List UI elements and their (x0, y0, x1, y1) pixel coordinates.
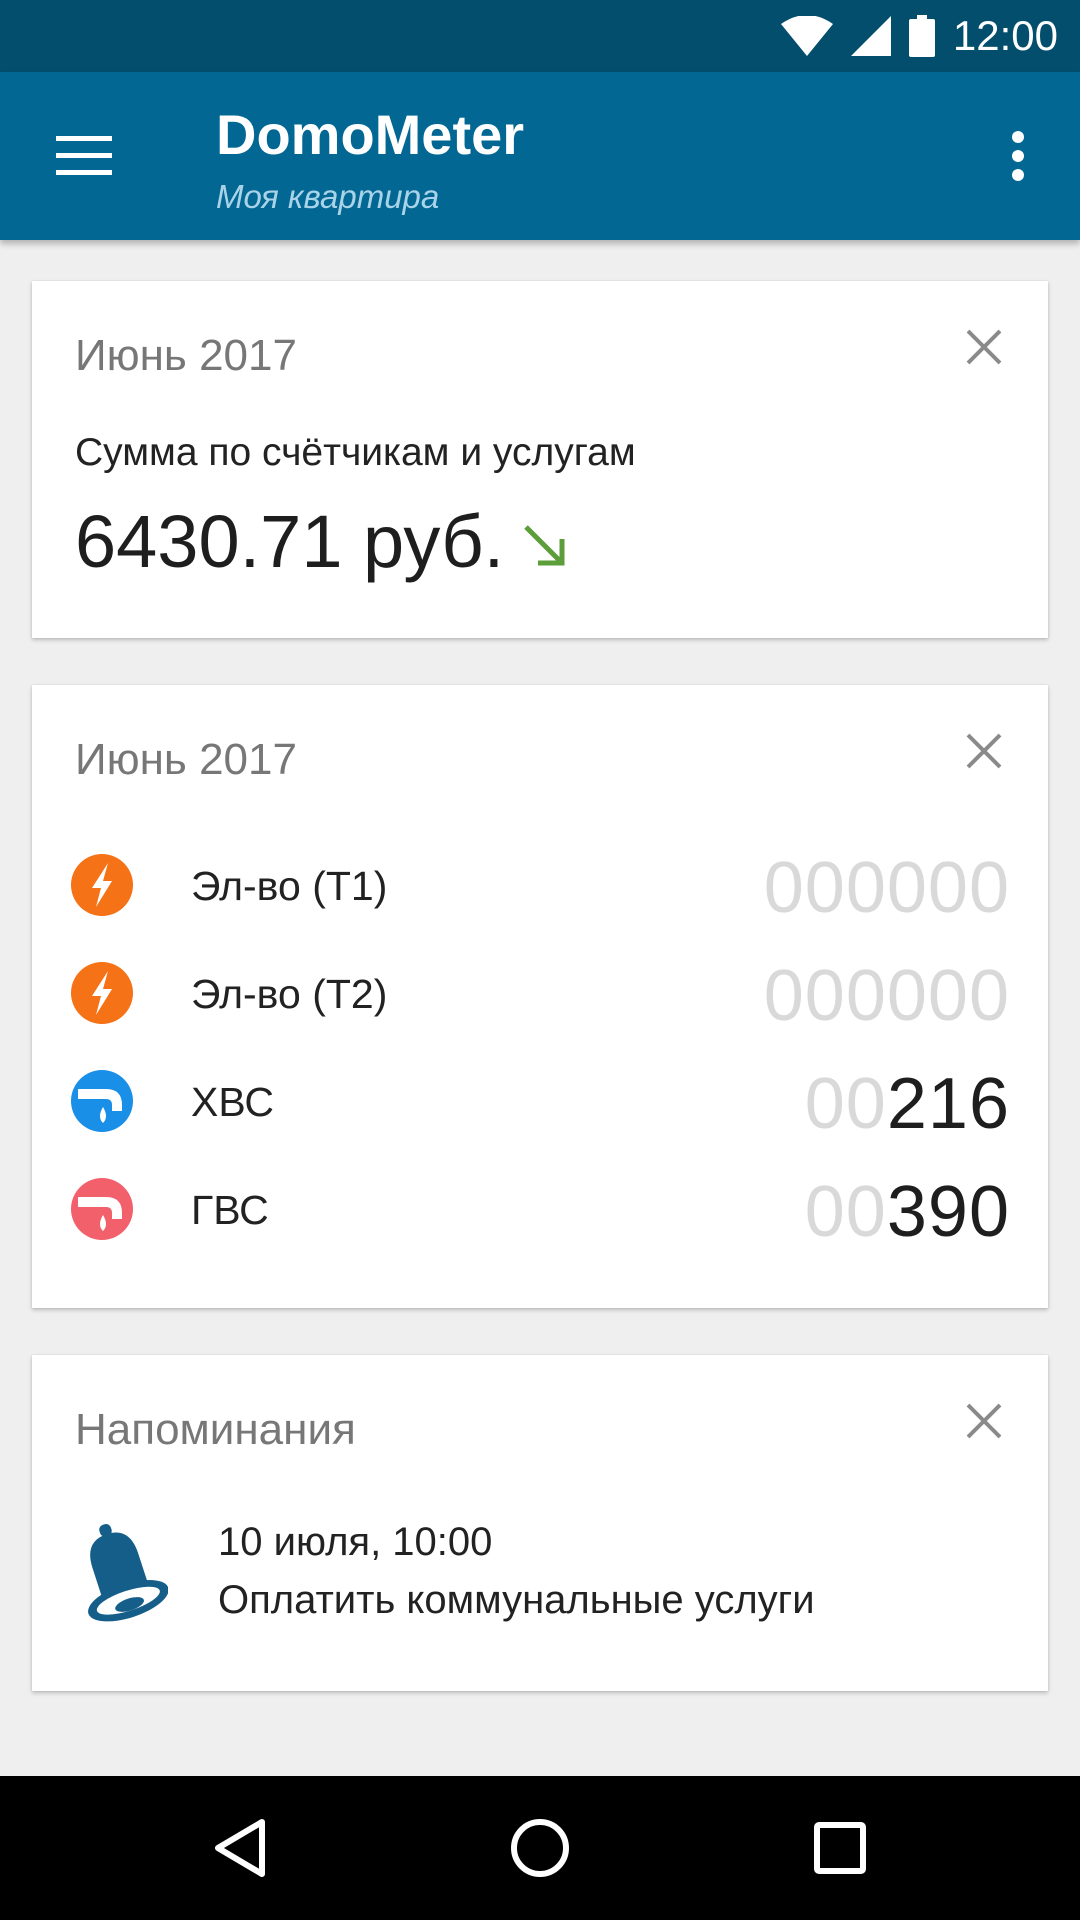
meter-value[interactable]: 000000 (764, 847, 1010, 929)
close-icon (966, 329, 1002, 365)
reminders-card-title: Напоминания (75, 1405, 356, 1454)
summary-card[interactable]: Июнь 2017 Сумма по счётчикам и услугам 6… (32, 281, 1048, 638)
reminder-date: 10 июля, 10:00 (218, 1520, 493, 1564)
reminders-close-button[interactable] (952, 1389, 1016, 1453)
meters-card-title: Июнь 2017 (75, 735, 297, 784)
meters-close-button[interactable] (952, 719, 1016, 783)
back-button[interactable] (200, 1808, 280, 1888)
overflow-menu-icon (1012, 131, 1024, 181)
app-bar: DomoMeter Моя квартира (0, 72, 1080, 240)
navigation-bar (0, 1776, 1080, 1920)
meter-value-digits: 390 (886, 1172, 1010, 1252)
meter-value-lead: 00 (804, 1172, 887, 1252)
meter-value[interactable]: 000000 (764, 955, 1010, 1037)
meter-label: ХВС (191, 1079, 274, 1125)
recents-button[interactable] (800, 1808, 880, 1888)
battery-icon (908, 15, 935, 57)
cell-signal-icon (850, 16, 891, 56)
meter-row-electricity-t1[interactable]: Эл-во (Т1) 000000 (70, 845, 1010, 928)
meters-card[interactable]: Июнь 2017 Эл-во (Т1) 000000 Эл-во (Т2) 0… (32, 685, 1048, 1308)
meter-value-lead: 000000 (763, 848, 1010, 928)
recents-icon (814, 1822, 866, 1874)
status-time: 12:00 (952, 12, 1058, 59)
meter-row-hot-water[interactable]: ГВС 00390 (70, 1169, 1010, 1252)
app-subtitle[interactable]: Моя квартира (216, 178, 439, 216)
summary-card-title: Июнь 2017 (75, 331, 297, 380)
summary-label: Сумма по счётчикам и услугам (75, 431, 636, 474)
meter-value[interactable]: 00390 (805, 1171, 1010, 1253)
electricity-icon (71, 962, 133, 1024)
meter-row-electricity-t2[interactable]: Эл-во (Т2) 000000 (70, 953, 1010, 1036)
menu-icon (56, 136, 112, 175)
menu-button[interactable] (36, 108, 132, 204)
status-bar: 12:00 (0, 0, 1080, 72)
meter-value[interactable]: 00216 (805, 1063, 1010, 1145)
cold-water-icon (71, 1070, 133, 1132)
home-icon (511, 1819, 569, 1877)
summary-amount: 6430.71 руб. (75, 499, 570, 584)
meter-label: Эл-во (Т2) (191, 971, 388, 1017)
close-icon (966, 1403, 1002, 1439)
summary-close-button[interactable] (952, 315, 1016, 379)
meter-value-digits: 216 (886, 1064, 1010, 1144)
hot-water-icon (71, 1178, 133, 1240)
reminders-card[interactable]: Напоминания 10 июля, 10:00 Оплатить комм… (32, 1355, 1048, 1691)
meter-row-cold-water[interactable]: ХВС 00216 (70, 1061, 1010, 1144)
meter-label: Эл-во (Т1) (191, 863, 388, 909)
home-button[interactable] (500, 1808, 580, 1888)
reminder-text: Оплатить коммунальные услуги (218, 1578, 815, 1622)
meter-label: ГВС (191, 1187, 269, 1233)
summary-amount-value: 6430.71 руб. (75, 500, 505, 583)
overflow-menu-button[interactable] (982, 108, 1054, 204)
close-icon (966, 733, 1002, 769)
app-title: DomoMeter (216, 103, 525, 166)
electricity-icon (71, 854, 133, 916)
status-icons: 12:00 (780, 0, 1058, 72)
arrow-down-right-icon (524, 524, 565, 565)
bell-icon (88, 1524, 168, 1622)
wifi-icon (780, 16, 833, 56)
meter-value-lead: 00 (804, 1064, 887, 1144)
meter-value-lead: 000000 (763, 956, 1010, 1036)
back-icon (215, 1819, 265, 1877)
